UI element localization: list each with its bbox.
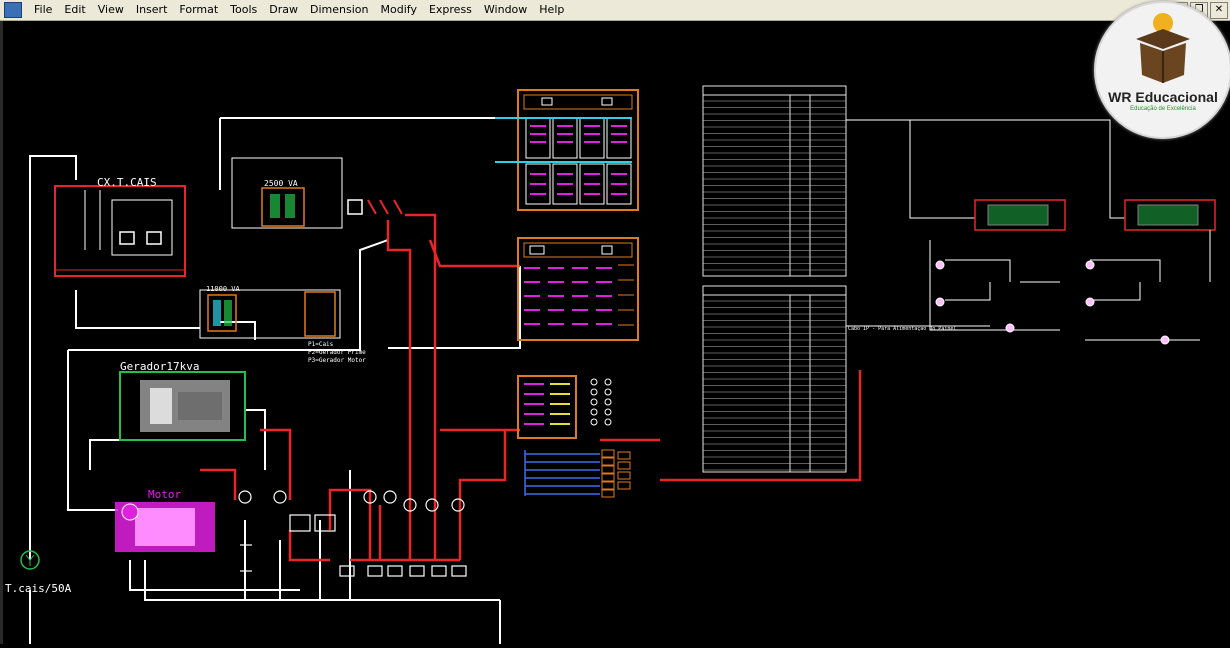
distribution-panel-2[interactable]	[517, 237, 639, 341]
menu-modify[interactable]: Modify	[375, 0, 423, 20]
transformer-11000va-label: 11000 VA	[206, 285, 241, 293]
generator-block[interactable]	[119, 371, 246, 441]
logo-tagline: Educação de Excelência	[1130, 106, 1196, 112]
wr-educacional-logo: WR Educacional Educação de Excelência	[1094, 1, 1230, 139]
distribution-panel-3[interactable]	[517, 375, 612, 439]
cx-t-cais-panel[interactable]	[54, 185, 186, 277]
logo-name: WR Educacional	[1108, 89, 1218, 105]
menu-view[interactable]: View	[92, 0, 130, 20]
red-wiring	[200, 213, 862, 562]
menu-help[interactable]: Help	[533, 0, 570, 20]
right-schematic-1[interactable]	[846, 119, 1066, 331]
transformer-11000va[interactable]	[199, 289, 341, 339]
breaker-group-upper	[347, 199, 403, 215]
cable-note: Cabo IP - Para Alimentação Do Painel	[848, 326, 956, 332]
menu-express[interactable]: Express	[423, 0, 478, 20]
generator-label: Gerador17kva	[120, 360, 199, 373]
menu-dimension[interactable]: Dimension	[304, 0, 374, 20]
menu-format[interactable]: Format	[173, 0, 224, 20]
cx-t-cais-label: CX.T.CAIS	[97, 176, 157, 189]
menu-tools[interactable]: Tools	[224, 0, 263, 20]
menu-bar: File Edit View Insert Format Tools Draw …	[0, 0, 1230, 21]
legend-p1: P1=Cais	[308, 341, 334, 348]
tcais-label: T.cais/50A	[5, 582, 72, 595]
legend-p2: P2=Gerador Prime	[308, 349, 366, 356]
motor-block[interactable]	[115, 502, 215, 552]
feeder-breakers	[601, 449, 631, 498]
cable-table-1[interactable]	[702, 85, 847, 277]
menu-draw[interactable]: Draw	[263, 0, 304, 20]
transformer-2500va[interactable]	[231, 157, 343, 229]
autocad-app-icon[interactable]	[4, 2, 22, 18]
lower-breakers	[238, 490, 467, 577]
blue-feeders	[524, 450, 600, 496]
menu-file[interactable]: File	[28, 0, 58, 20]
legend-p3: P3=Gerador Motor	[308, 357, 366, 364]
distribution-panel-1[interactable]	[495, 89, 639, 211]
menu-edit[interactable]: Edit	[58, 0, 91, 20]
motor-label: Motor	[148, 488, 181, 501]
menu-insert[interactable]: Insert	[130, 0, 174, 20]
right-loads	[935, 260, 1170, 345]
schematic-drawing: CX.T.CAIS 2500 VA 11000 VA P1=Cais P2=Ge…	[5, 85, 1216, 644]
drawing-canvas[interactable]: CX.T.CAIS 2500 VA 11000 VA P1=Cais P2=Ge…	[3, 21, 1230, 644]
logo-emblem-icon	[1136, 13, 1190, 83]
transformer-2500va-label: 2500 VA	[264, 179, 298, 188]
menu-window[interactable]: Window	[478, 0, 533, 20]
